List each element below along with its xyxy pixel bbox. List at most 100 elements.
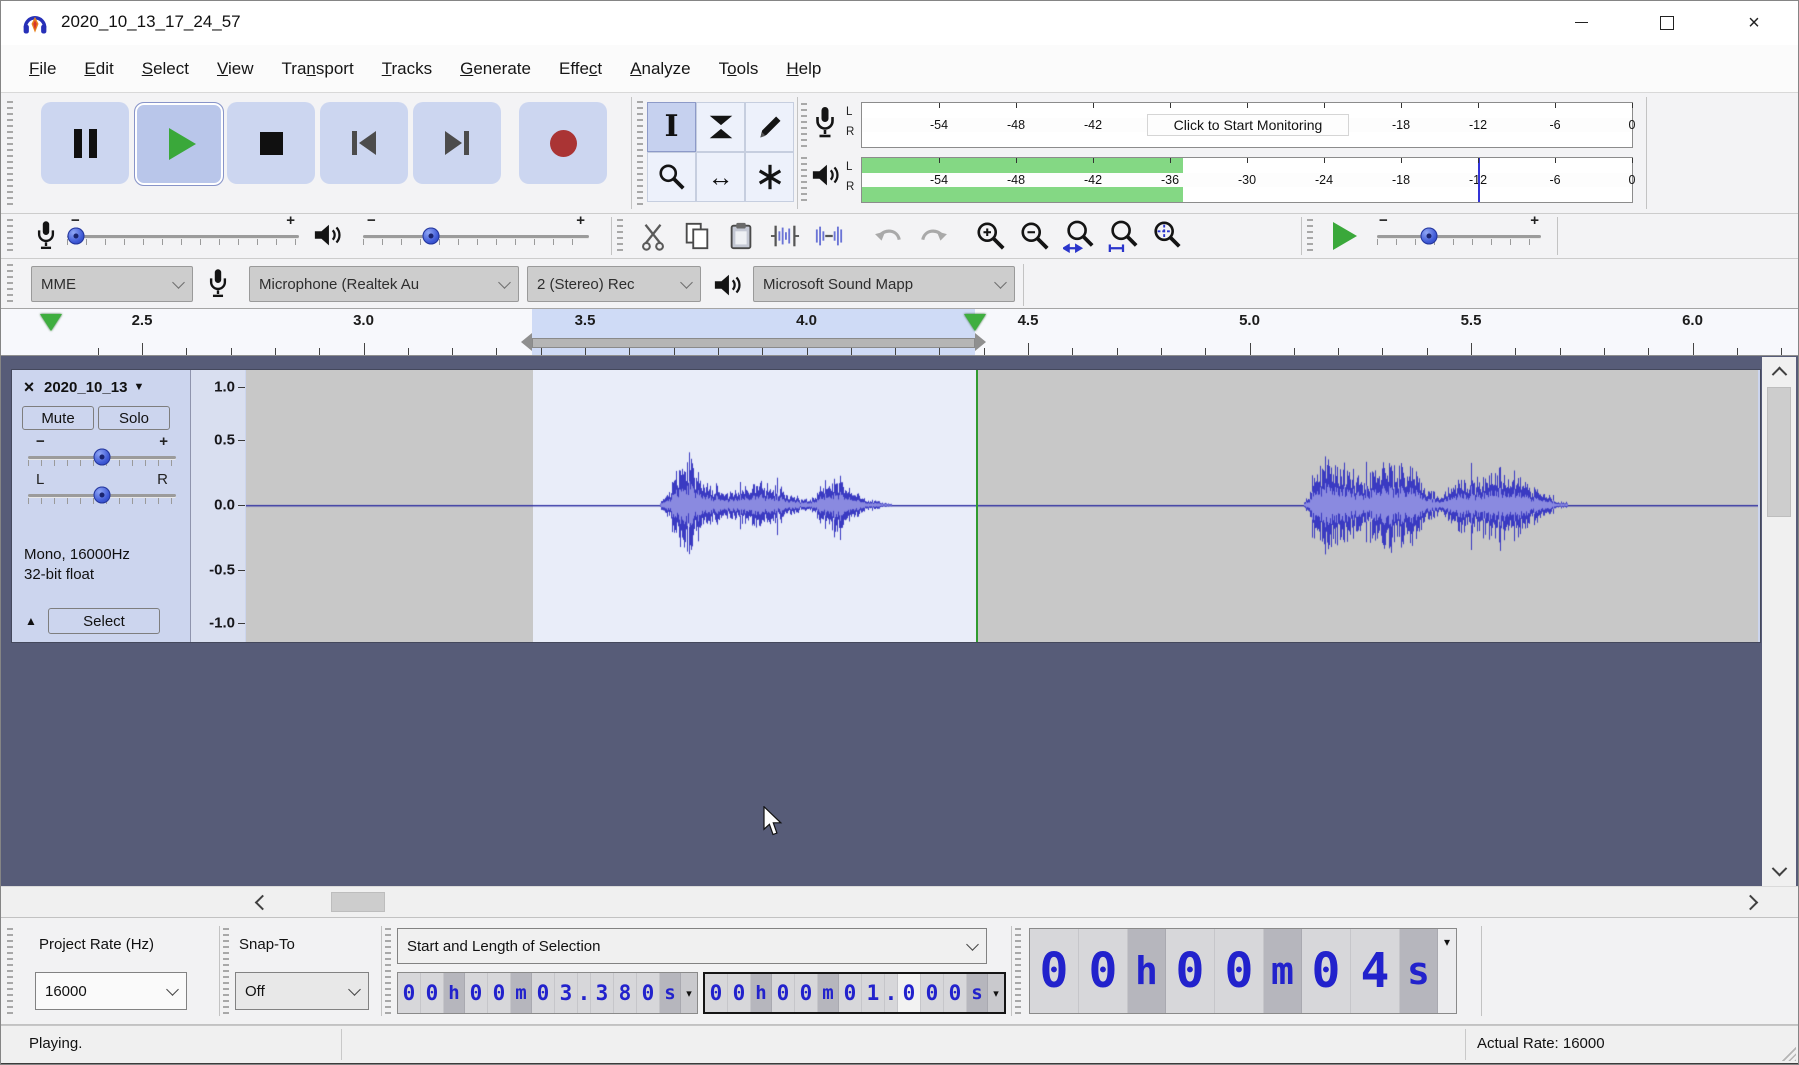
time-digit[interactable]: 0 — [728, 974, 751, 1012]
menu-effect[interactable]: Effect — [545, 59, 616, 79]
playback-meter-grip[interactable] — [801, 157, 807, 203]
menu-select[interactable]: Select — [128, 59, 203, 79]
selection-length-field[interactable]: 00h00m01.000s▾ — [703, 972, 1006, 1014]
time-digit[interactable]: h — [444, 973, 465, 1013]
waveform-canvas[interactable] — [246, 370, 1758, 642]
trim-audio-button[interactable] — [763, 215, 807, 257]
menu-help[interactable]: Help — [772, 59, 835, 79]
time-digit[interactable]: 0 — [465, 973, 488, 1013]
time-digit[interactable]: s — [967, 974, 988, 1012]
zoom-tool-button[interactable] — [647, 152, 696, 202]
time-digit[interactable]: 0 — [839, 974, 862, 1012]
time-digit[interactable]: 0 — [944, 974, 967, 1012]
time-digit[interactable]: 3 — [591, 973, 614, 1013]
time-digit[interactable]: 0 — [1215, 929, 1264, 1013]
play-at-speed-grip[interactable] — [1307, 219, 1313, 253]
vertical-ruler[interactable]: 1.00.50.0-0.5-1.0 — [191, 370, 245, 642]
playhead-marker[interactable] — [964, 314, 986, 331]
selection-mode-dropdown[interactable]: Start and Length of Selection — [397, 928, 987, 964]
time-digit[interactable]: 0 — [532, 973, 555, 1013]
mute-button[interactable]: Mute — [22, 406, 94, 430]
horizontal-scroll-thumb[interactable] — [331, 892, 385, 912]
scroll-up-button[interactable] — [1767, 361, 1791, 381]
time-digit[interactable]: s — [660, 973, 681, 1013]
paste-button[interactable] — [719, 215, 763, 257]
zoom-in-button[interactable] — [969, 215, 1013, 257]
time-digit[interactable]: 0 — [1030, 929, 1079, 1013]
scroll-left-button[interactable] — [249, 891, 275, 913]
time-digit[interactable]: 0 — [795, 974, 818, 1012]
track-select-button[interactable]: Select — [48, 608, 160, 634]
menu-analyze[interactable]: Analyze — [616, 59, 704, 79]
stop-button[interactable] — [227, 102, 315, 184]
time-digit[interactable]: 1 — [862, 974, 885, 1012]
resize-grip[interactable] — [1782, 1047, 1796, 1061]
recording-meter[interactable]: -54-48-42-36-30-24-18-12-60 Click to Sta… — [861, 102, 1633, 148]
menu-tools[interactable]: Tools — [705, 59, 773, 79]
time-digit[interactable]: 0 — [1079, 929, 1128, 1013]
menu-generate[interactable]: Generate — [446, 59, 545, 79]
scroll-right-button[interactable] — [1737, 891, 1763, 913]
time-digit[interactable]: 0 — [488, 973, 511, 1013]
time-digit[interactable]: m — [818, 974, 839, 1012]
time-digit[interactable]: 0 — [1166, 929, 1215, 1013]
project-rate-dropdown[interactable]: 16000 — [35, 972, 187, 1010]
time-digit[interactable]: . — [578, 973, 591, 1013]
selection-tool-button[interactable]: I — [647, 102, 696, 152]
time-format-dropdown-icon[interactable]: ▾ — [1438, 929, 1456, 1013]
slider-knob[interactable] — [94, 487, 111, 504]
selection-fields-grip[interactable] — [385, 928, 391, 1014]
track-close-button[interactable]: × — [18, 376, 40, 398]
waveform-display[interactable] — [246, 370, 1758, 642]
snap-to-dropdown[interactable]: Off — [235, 972, 369, 1010]
multi-tool-button[interactable] — [745, 152, 794, 202]
maximize-button[interactable] — [1636, 1, 1698, 44]
pinned-playhead-toggle[interactable] — [40, 314, 62, 331]
slider-knob[interactable] — [68, 228, 85, 245]
time-digit[interactable]: 4 — [1351, 929, 1400, 1013]
draw-tool-button[interactable] — [745, 102, 794, 152]
slider-knob[interactable] — [422, 228, 439, 245]
time-digit[interactable]: h — [1128, 929, 1166, 1013]
playback-device-dropdown[interactable]: Microsoft Sound Mapp — [753, 266, 1015, 302]
tools-toolbar-grip[interactable] — [637, 101, 643, 206]
time-format-dropdown-icon[interactable]: ▾ — [681, 973, 697, 1013]
selection-toolbar-grip[interactable] — [7, 928, 13, 1014]
envelope-tool-button[interactable] — [696, 102, 745, 152]
audio-position-field[interactable]: 00h00m04s▾ — [1029, 928, 1457, 1014]
menu-tracks[interactable]: Tracks — [368, 59, 446, 79]
time-digit[interactable]: 0 — [705, 974, 728, 1012]
quick-play-bar[interactable] — [532, 338, 975, 348]
menu-transport[interactable]: Transport — [268, 59, 368, 79]
track-title-menu[interactable]: 2020_10_13 ▼ — [44, 376, 184, 398]
scroll-down-button[interactable] — [1767, 861, 1791, 881]
playback-speed-slider[interactable]: − + — [1377, 215, 1541, 249]
vertical-scrollbar[interactable] — [1762, 357, 1796, 886]
redo-button[interactable] — [911, 215, 955, 257]
track-canvas-area[interactable]: × 2020_10_13 ▼ Mute Solo − + L R — [1, 356, 1798, 886]
slider-knob[interactable] — [94, 449, 111, 466]
silence-audio-button[interactable] — [807, 215, 851, 257]
minimize-button[interactable] — [1550, 1, 1612, 44]
track-pan-slider[interactable]: L R — [28, 474, 176, 508]
zoom-toggle-button[interactable] — [1145, 215, 1189, 257]
recording-channels-dropdown[interactable]: 2 (Stereo) Rec — [527, 266, 701, 302]
time-digit[interactable]: 0 — [1302, 929, 1351, 1013]
recording-meter-grip[interactable] — [801, 103, 807, 149]
solo-button[interactable]: Solo — [98, 406, 170, 430]
menu-file[interactable]: File — [15, 59, 70, 79]
time-digit[interactable]: m — [1264, 929, 1302, 1013]
selection-end-handle[interactable] — [975, 333, 986, 351]
menu-view[interactable]: View — [203, 59, 268, 79]
device-toolbar-grip[interactable] — [7, 264, 13, 304]
vertical-scroll-thumb[interactable] — [1767, 387, 1791, 517]
snap-toolbar-grip[interactable] — [223, 928, 229, 1014]
cut-button[interactable] — [631, 215, 675, 257]
time-digit[interactable]: 0 — [637, 973, 660, 1013]
recording-volume-slider[interactable]: − + — [67, 215, 299, 249]
time-digit[interactable]: 0 — [398, 973, 421, 1013]
time-shift-tool-button[interactable]: ↔ — [696, 152, 745, 202]
monitor-hint[interactable]: Click to Start Monitoring — [1147, 114, 1349, 136]
time-digit[interactable]: 8 — [614, 973, 637, 1013]
playback-meter[interactable]: -54-48-42-36-30-24-18-12-60 — [861, 157, 1633, 203]
